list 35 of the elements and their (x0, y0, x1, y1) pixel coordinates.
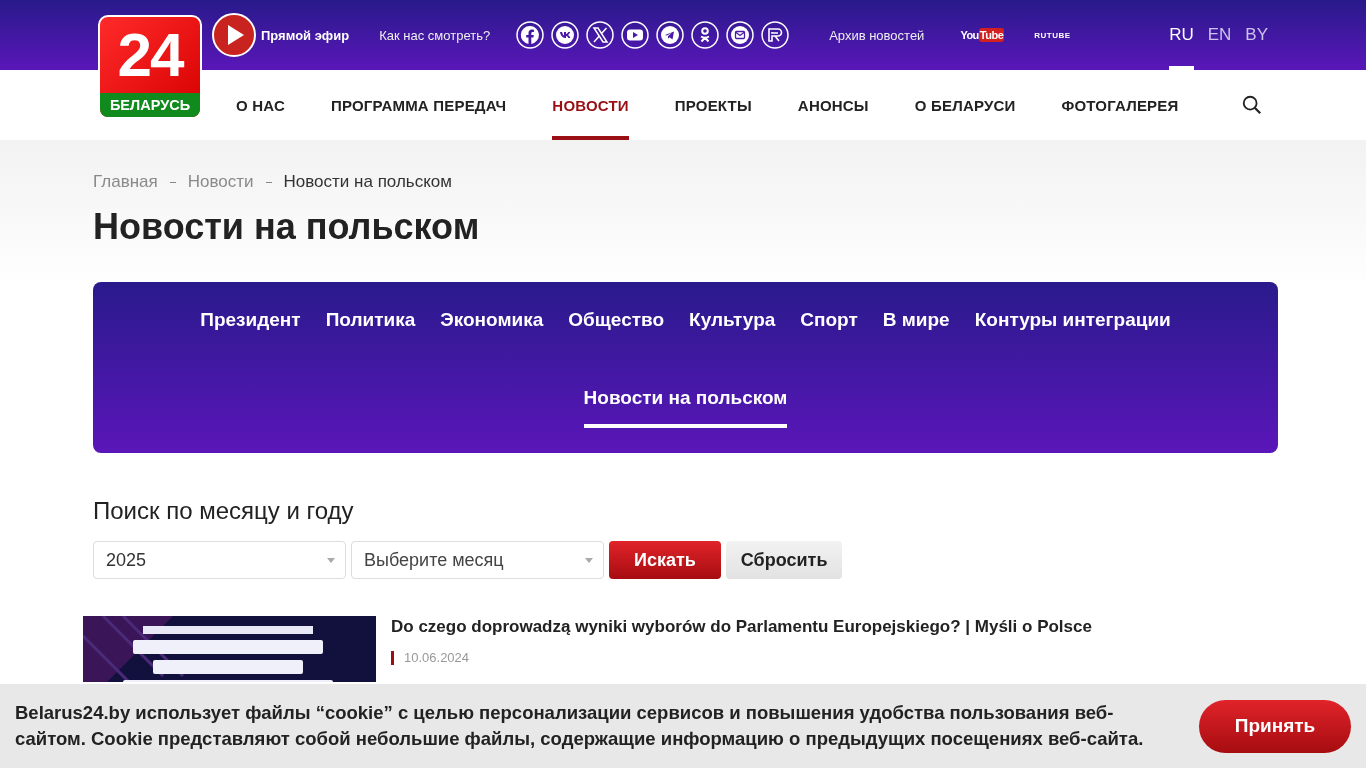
live-link[interactable]: Прямой эфир (212, 13, 350, 57)
logo[interactable]: 24 БЕЛАРУСЬ (98, 15, 202, 119)
nav-link[interactable]: О БЕЛАРУСИ (914, 70, 1016, 140)
nav-link[interactable]: ФОТОГАЛЕРЕЯ (1061, 70, 1179, 140)
category-tab[interactable]: Культура (689, 296, 776, 360)
nav-link[interactable]: О НАС (236, 70, 285, 140)
page-title: Новости на польском (93, 206, 481, 248)
category-tab[interactable]: Политика (325, 296, 416, 360)
nav-link[interactable]: ПРОЕКТЫ (674, 70, 752, 140)
reset-button[interactable]: Сбросить (725, 541, 843, 579)
month-select[interactable]: Выберите месяц (351, 541, 604, 579)
how-to-watch-link[interactable]: Как нас смотреть? (379, 27, 491, 43)
category-tab[interactable]: В мире (882, 296, 950, 360)
nav-link[interactable]: ПРОГРАММА ПЕРЕДАЧ (330, 70, 507, 140)
category-tab[interactable]: Президент (200, 296, 301, 360)
rutube-logo[interactable]: RUTUBE (1034, 30, 1071, 40)
logo-name: БЕЛАРУСЬ (100, 93, 200, 117)
cookie-text: Belarus24.by использует файлы “cookie” с целью персонализации сервисов и повышения удобства пользования веб-сайтом. Cookie представляют собой небольшие файлы, содержащие информацию о предыдущих посещениях веб-сайта. (15, 701, 1145, 751)
nav-link[interactable]: АНОНСЫ (797, 70, 869, 140)
article-date: 10.06.2024 (391, 651, 470, 665)
category-tab[interactable]: Спорт (800, 296, 858, 360)
language-link[interactable]: EN (1207, 0, 1232, 70)
year-select[interactable]: 2025 (93, 541, 346, 579)
category-tab[interactable]: Новости на польском (583, 374, 788, 428)
breadcrumb-current: Новости на польском (283, 172, 452, 192)
search-button[interactable]: Искать (609, 541, 721, 579)
category-tab[interactable]: Контуры интеграции (974, 296, 1171, 360)
archive-link[interactable]: Архив новостей (829, 27, 925, 43)
accept-button[interactable]: Принять (1199, 699, 1351, 753)
search-heading: Поиск по месяцу и году (93, 497, 355, 525)
language-link[interactable]: BY (1245, 0, 1268, 70)
article-title-link[interactable]: Do czego doprowadzą wyniki wyborów do Parlamentu Europejskiego? | Myśli o Polsce (391, 617, 1092, 637)
category-tab[interactable]: Общество (568, 296, 665, 360)
logo-number: 24 (117, 19, 183, 91)
category-tab[interactable]: Экономика (440, 296, 544, 360)
